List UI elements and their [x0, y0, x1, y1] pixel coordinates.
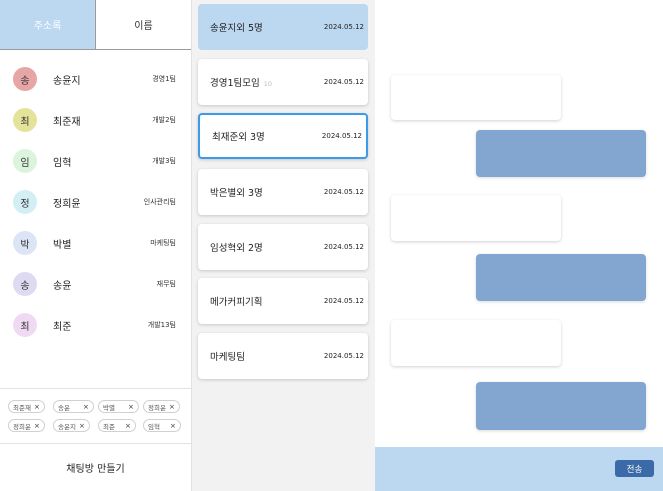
contact-item[interactable]: 최 최준재 개발2팀 [0, 99, 191, 140]
tab-name[interactable]: 이름 [95, 0, 191, 49]
contact-item[interactable]: 임 임혁 개발3팀 [0, 140, 191, 181]
contacts-panel: 주소록 이름 송 송윤지 경영1팀 최 최준재 개발2팀 임 임혁 개발3팀 정… [0, 0, 192, 491]
member-chip: 송윤 × [53, 400, 94, 413]
incoming-message-bubble [391, 195, 561, 241]
chip-label: 송윤 [58, 403, 70, 412]
room-name: 박은별외 3명 [210, 188, 263, 199]
contact-name: 송윤 [53, 281, 72, 292]
avatar: 송 [13, 272, 37, 296]
chat-panel: 전송 [375, 0, 663, 491]
tab-address-book[interactable]: 주소록 [0, 0, 95, 49]
selected-members: 최준재 × 송윤 × 박별 × 정희윤 × 정희윤 × 송윤지 × 최준 × 임혁 × [0, 388, 191, 444]
contact-team: 마케팅팀 [150, 239, 176, 247]
contact-team: 경영1팀 [152, 75, 176, 83]
contact-name: 정희윤 [53, 199, 81, 210]
close-icon[interactable]: × [34, 403, 40, 411]
room-name-wrap: 경영1팀모임 10 [210, 75, 272, 89]
chip-label: 최준재 [13, 403, 31, 412]
room-date: 2024.05.12 [321, 132, 362, 140]
room-name: 메가커피기획 [210, 297, 263, 308]
room-date: 2024.05.12 [323, 23, 364, 31]
close-icon[interactable]: × [170, 422, 176, 430]
chat-room-item[interactable]: 경영1팀모임 10 2024.05.12 [198, 59, 368, 105]
chat-room-item[interactable]: 메가커피기획 2024.05.12 [198, 278, 368, 324]
member-chip: 최준재 × [8, 400, 45, 413]
chat-room-item[interactable]: 마케팅팀 2024.05.12 [198, 333, 368, 379]
room-name: 송윤지외 5명 [210, 23, 263, 34]
chat-room-item[interactable]: 임성혁외 2명 2024.05.12 [198, 224, 368, 270]
member-chip: 박별 × [98, 400, 139, 413]
close-icon[interactable]: × [79, 422, 85, 430]
chip-label: 최준 [103, 422, 115, 431]
chip-label: 정희윤 [148, 403, 166, 412]
chat-room-list: 송윤지외 5명 2024.05.12 경영1팀모임 10 2024.05.12 최… [192, 0, 375, 491]
contact-tabs: 주소록 이름 [0, 0, 191, 50]
room-date: 2024.05.12 [323, 188, 364, 196]
avatar: 송 [13, 67, 37, 91]
member-chip: 임혁 × [143, 419, 181, 432]
avatar: 박 [13, 231, 37, 255]
room-date: 2024.05.12 [323, 78, 364, 86]
contact-team: 인사관리팀 [143, 198, 176, 206]
chat-room-item[interactable]: 송윤지외 5명 2024.05.12 [198, 4, 368, 50]
chat-room-item[interactable]: 최재준외 3명 2024.05.12 [198, 113, 368, 159]
contact-name: 최준재 [53, 117, 81, 128]
chip-label: 송윤지 [58, 422, 76, 431]
contact-name: 최준 [53, 322, 72, 333]
room-name: 최재준외 3명 [212, 132, 265, 143]
room-member-count: 10 [263, 80, 273, 88]
chip-label: 박별 [103, 403, 115, 412]
outgoing-message-bubble [476, 254, 646, 301]
contact-name: 박별 [53, 240, 72, 251]
incoming-message-bubble [391, 75, 561, 120]
chat-room-item[interactable]: 박은별외 3명 2024.05.12 [198, 169, 368, 215]
close-icon[interactable]: × [169, 403, 175, 411]
incoming-message-bubble [391, 320, 561, 366]
avatar: 임 [13, 149, 37, 173]
contact-list: 송 송윤지 경영1팀 최 최준재 개발2팀 임 임혁 개발3팀 정 정희윤 인사… [0, 58, 191, 345]
room-name: 임성혁외 2명 [210, 243, 263, 254]
send-button[interactable]: 전송 [615, 460, 654, 477]
outgoing-message-bubble [476, 130, 646, 177]
room-name: 경영1팀모임 [210, 78, 260, 89]
contact-name: 임혁 [53, 158, 72, 169]
member-chip: 최준 × [98, 419, 136, 432]
close-icon[interactable]: × [34, 422, 40, 430]
contact-team: 개발2팀 [152, 116, 176, 124]
contact-item[interactable]: 송 송윤지 경영1팀 [0, 58, 191, 99]
outgoing-message-bubble [476, 382, 646, 430]
contact-item[interactable]: 송 송윤 재무팀 [0, 263, 191, 304]
chip-label: 임혁 [148, 422, 160, 431]
close-icon[interactable]: × [128, 403, 134, 411]
avatar: 정 [13, 190, 37, 214]
contact-team: 재무팀 [156, 280, 176, 288]
member-chip: 정희윤 × [8, 419, 45, 432]
avatar: 최 [13, 108, 37, 132]
chip-label: 정희윤 [13, 422, 31, 431]
close-icon[interactable]: × [125, 422, 131, 430]
contact-item[interactable]: 정 정희윤 인사관리팀 [0, 181, 191, 222]
member-chip: 송윤지 × [53, 419, 90, 432]
contact-team: 개발13팀 [147, 321, 176, 329]
contact-item[interactable]: 박 박별 마케팅팀 [0, 222, 191, 263]
close-icon[interactable]: × [83, 403, 89, 411]
room-date: 2024.05.12 [323, 297, 364, 305]
room-date: 2024.05.12 [323, 243, 364, 251]
room-date: 2024.05.12 [323, 352, 364, 360]
room-name: 마케팅팀 [210, 352, 245, 363]
contact-name: 송윤지 [53, 76, 81, 87]
contact-team: 개발3팀 [152, 157, 176, 165]
contact-item[interactable]: 최 최준 개발13팀 [0, 304, 191, 345]
member-chip: 정희윤 × [143, 400, 180, 413]
message-composer[interactable]: 전송 [375, 447, 663, 491]
create-chat-room-button[interactable]: 채팅방 만들기 [0, 444, 191, 491]
avatar: 최 [13, 313, 37, 337]
